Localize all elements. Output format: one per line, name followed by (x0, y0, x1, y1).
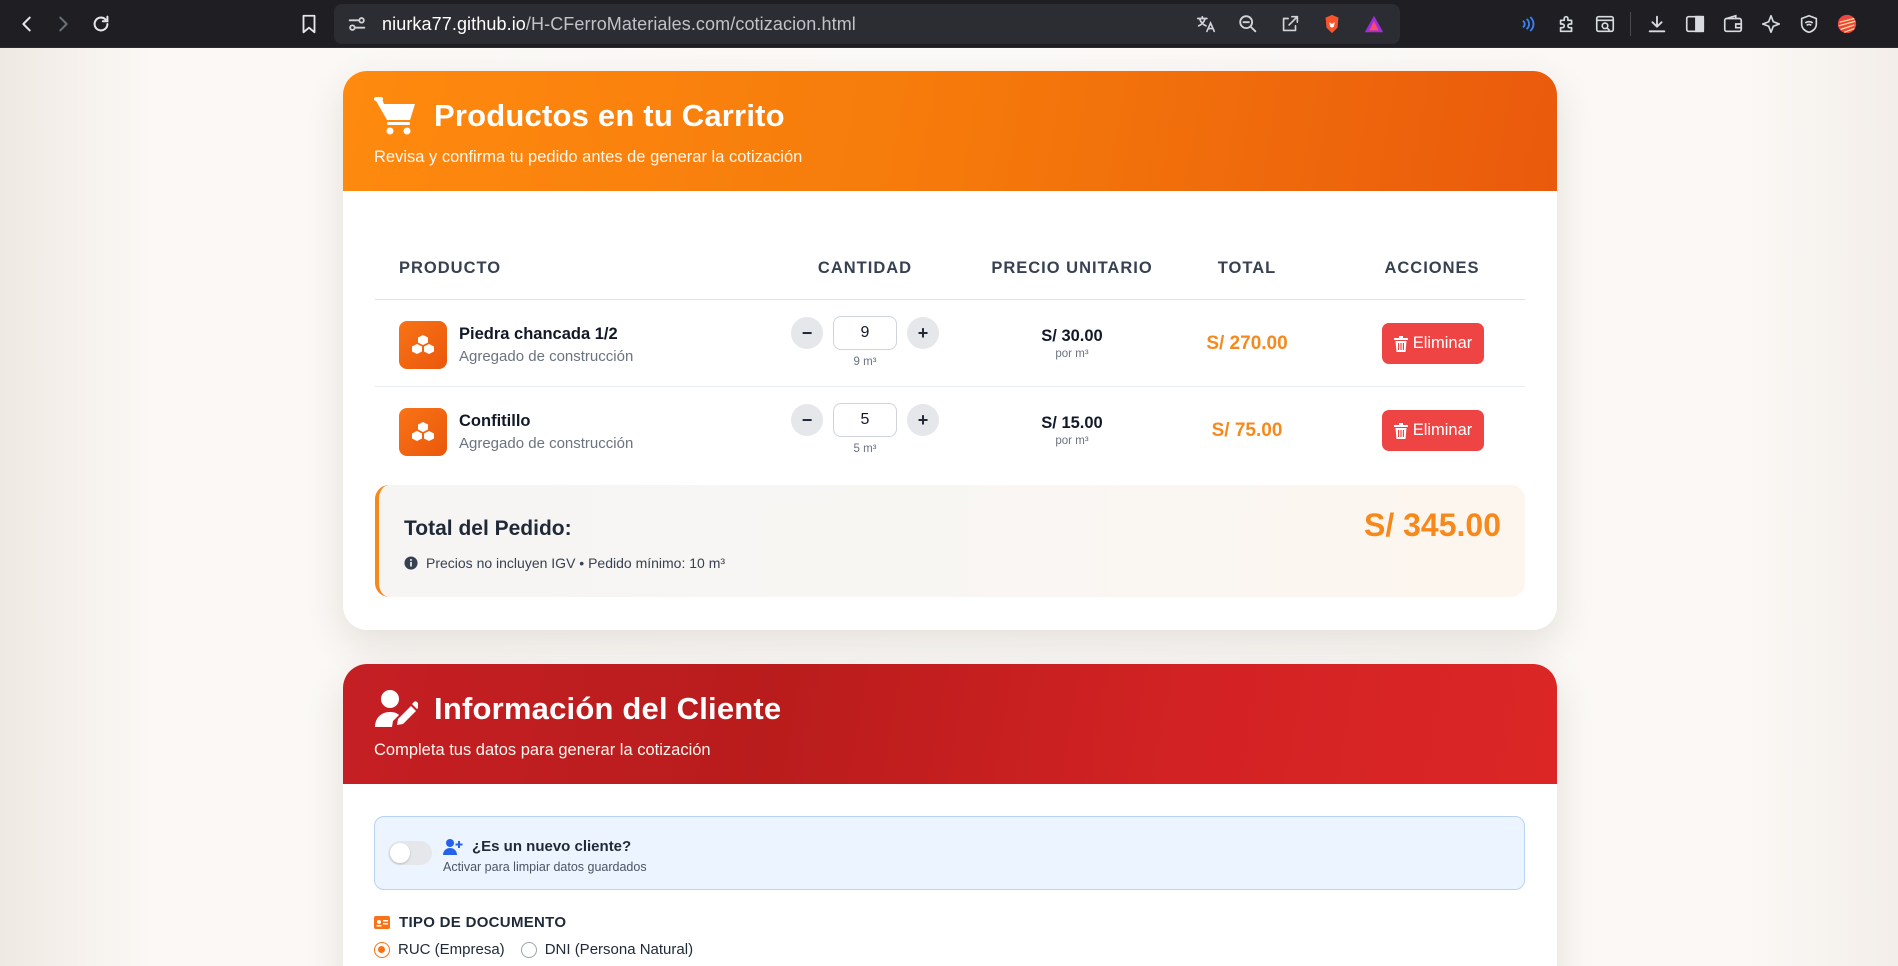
row-total: S/ 270.00 (1206, 333, 1288, 354)
url-actions (1194, 4, 1386, 44)
column-quantity: CANTIDAD (817, 259, 913, 277)
download-icon[interactable] (1644, 12, 1669, 37)
radio-dni[interactable]: DNI (Persona Natural) (520, 941, 694, 958)
cubes-icon (399, 408, 447, 456)
decrease-quantity-button[interactable]: − (791, 404, 823, 436)
cubes-icon (399, 321, 447, 369)
toggle-knob (390, 843, 410, 863)
back-icon[interactable] (8, 5, 46, 43)
zoom-out-icon[interactable] (1236, 12, 1260, 36)
new-client-title: ¿Es un nuevo cliente? (472, 838, 632, 855)
quantity-stepper: − + 5 m³ (760, 403, 970, 455)
browser-toolbar: niurka77.github.io/H-CFerroMateriales.co… (0, 0, 1898, 48)
order-total-box: Total del Pedido: Precios no incluyen IG… (375, 485, 1525, 597)
wallet-icon[interactable] (1720, 12, 1745, 37)
client-card: Información del Cliente Completa tus dat… (343, 664, 1557, 966)
trash-icon (1393, 422, 1408, 439)
quantity-note: 9 m³ (853, 356, 877, 368)
cart-subtitle: Revisa y confirma tu pedido antes de gen… (374, 148, 803, 166)
delete-label: Eliminar (1412, 421, 1473, 439)
column-unit-price: PRECIO UNITARIO (991, 259, 1153, 277)
sidebar-icon[interactable] (1682, 12, 1707, 37)
toolbar-separator (1630, 12, 1631, 36)
product-name: Piedra chancada 1/2 (459, 325, 618, 343)
table-header: PRODUCTO CANTIDAD PRECIO UNITARIO TOTAL … (375, 236, 1525, 300)
column-total: TOTAL (1217, 259, 1277, 277)
cart-title: Productos en tu Carrito (434, 98, 785, 133)
cart-card: Productos en tu Carrito Revisa y confirm… (343, 71, 1557, 630)
info-icon (404, 556, 418, 570)
delete-label: Eliminar (1412, 334, 1473, 352)
new-client-toggle[interactable] (388, 841, 432, 865)
delete-button[interactable]: Eliminar (1382, 410, 1484, 451)
table-row: Piedra chancada 1/2 Agregado de construc… (375, 300, 1525, 387)
column-product: PRODUCTO (399, 259, 502, 277)
shopping-cart-icon (374, 97, 415, 135)
site-settings-icon[interactable] (346, 13, 368, 35)
reader-mode-icon[interactable] (1592, 12, 1617, 37)
unit-price: S/ 30.00 (1041, 327, 1103, 345)
share-icon[interactable] (1278, 12, 1302, 36)
toolbar-right (1516, 4, 1859, 44)
delete-button[interactable]: Eliminar (1382, 323, 1484, 364)
product-name: Confitillo (459, 412, 531, 430)
id-card-icon (374, 916, 390, 929)
bookmark-icon[interactable] (290, 5, 328, 43)
document-type-options: RUC (Empresa) DNI (Persona Natural) (374, 941, 693, 958)
unit-price: S/ 15.00 (1041, 414, 1103, 432)
vpn-shield-icon[interactable] (1796, 12, 1821, 37)
client-title: Información del Cliente (434, 691, 782, 726)
product-category: Agregado de construcción (459, 435, 634, 452)
order-total-amount: S/ 345.00 (1364, 507, 1501, 543)
unit-price-cell: S/ 15.00 por m³ (967, 414, 1177, 447)
translate-icon[interactable] (1194, 12, 1218, 36)
increase-quantity-button[interactable]: + (907, 317, 939, 349)
sparkle-ai-icon[interactable] (1758, 12, 1783, 37)
trash-icon (1393, 335, 1408, 352)
product-category: Agregado de construcción (459, 348, 634, 365)
decrease-quantity-button[interactable]: − (791, 317, 823, 349)
order-total-label: Total del Pedido: (404, 517, 572, 540)
order-total-note-row: Precios no incluyen IGV • Pedido mínimo:… (404, 555, 725, 571)
quantity-input[interactable] (833, 403, 897, 437)
brave-shield-icon[interactable] (1320, 12, 1344, 36)
order-total-note: Precios no incluyen IGV • Pedido mínimo:… (426, 555, 726, 571)
client-subtitle: Completa tus datos para generar la cotiz… (374, 741, 711, 759)
column-actions: ACCIONES (1384, 259, 1480, 277)
quantity-note: 5 m³ (853, 443, 877, 455)
radio-ruc[interactable]: RUC (Empresa) (374, 941, 505, 958)
unit-label: por m³ (1055, 435, 1089, 447)
leo-ai-icon[interactable] (1516, 12, 1541, 37)
document-type-label: TIPO DE DOCUMENTO (374, 914, 566, 931)
radio-ruc-indicator[interactable] (374, 941, 390, 958)
radio-ruc-label: RUC (Empresa) (398, 941, 505, 958)
cart-table: PRODUCTO CANTIDAD PRECIO UNITARIO TOTAL … (375, 236, 1525, 474)
quantity-stepper: − + 9 m³ (760, 316, 970, 368)
new-client-panel: ¿Es un nuevo cliente? Activar para limpi… (374, 816, 1525, 890)
brave-rewards-icon[interactable] (1362, 12, 1386, 36)
reload-icon[interactable] (82, 5, 120, 43)
extensions-icon[interactable] (1554, 12, 1579, 37)
cart-header: Productos en tu Carrito Revisa y confirm… (343, 71, 1557, 191)
address-bar[interactable]: niurka77.github.io/H-CFerroMateriales.co… (334, 4, 1400, 44)
table-row: Confitillo Agregado de construcción − + … (375, 387, 1525, 474)
forward-icon[interactable] (44, 5, 82, 43)
quantity-input[interactable] (833, 316, 897, 350)
user-edit-icon (375, 690, 418, 727)
url-text: niurka77.github.io/H-CFerroMateriales.co… (382, 13, 856, 34)
unit-price-cell: S/ 30.00 por m³ (967, 327, 1177, 360)
new-client-subtitle: Activar para limpiar datos guardados (443, 860, 647, 874)
radio-dni-label: DNI (Persona Natural) (544, 941, 694, 958)
user-plus-icon (443, 839, 463, 855)
table-body: Piedra chancada 1/2 Agregado de construc… (375, 300, 1525, 474)
profile-avatar-icon[interactable] (1834, 12, 1859, 37)
row-total: S/ 75.00 (1211, 420, 1283, 441)
unit-label: por m³ (1055, 348, 1089, 360)
client-header: Información del Cliente Completa tus dat… (343, 664, 1557, 784)
radio-dni-indicator[interactable] (520, 941, 537, 958)
increase-quantity-button[interactable]: + (907, 404, 939, 436)
